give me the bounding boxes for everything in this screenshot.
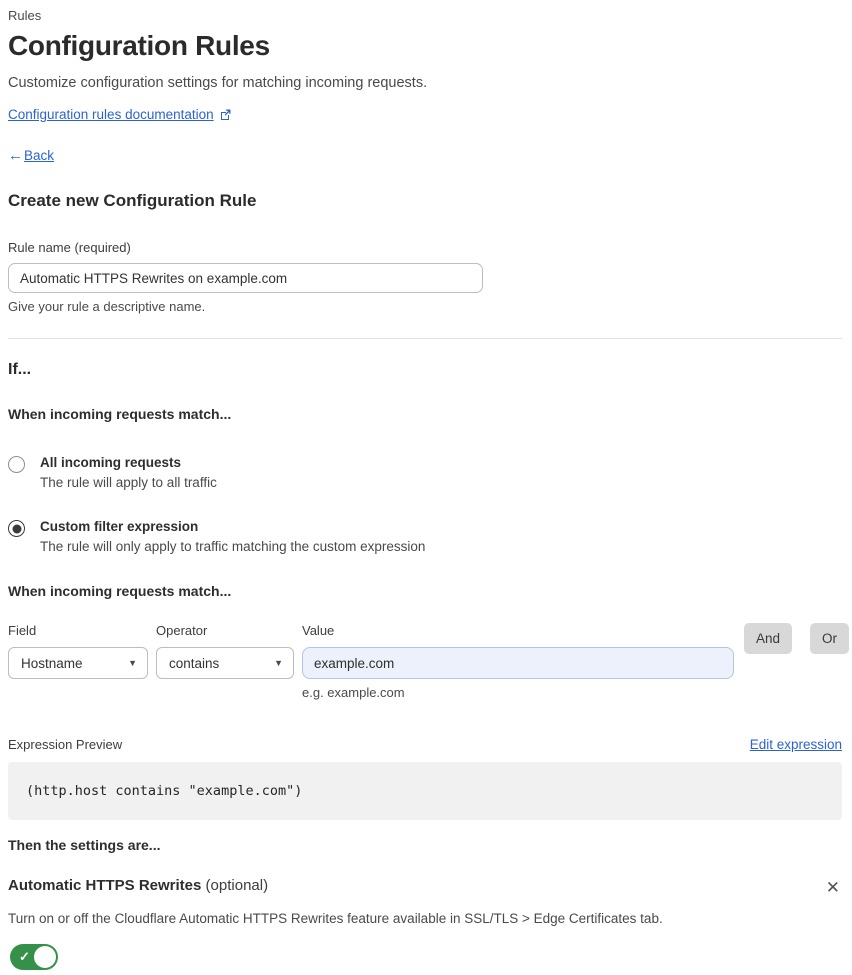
operator-label: Operator — [156, 623, 208, 638]
expression-preview-label: Expression Preview — [8, 737, 123, 752]
setting-title: Automatic HTTPS Rewrites (optional) — [8, 877, 268, 894]
external-link-icon — [219, 108, 232, 121]
rule-name-label: Rule name (required) — [8, 240, 131, 255]
automatic-https-rewrites-toggle[interactable]: ✓ — [10, 944, 58, 970]
chevron-down-icon: ▼ — [128, 658, 137, 668]
rule-name-helper: Give your rule a descriptive name. — [8, 299, 206, 314]
setting-description: Turn on or off the Cloudflare Automatic … — [8, 911, 663, 926]
back-label[interactable]: Back — [24, 148, 54, 163]
section-divider — [8, 338, 842, 339]
then-settings-heading: Then the settings are... — [8, 837, 161, 853]
value-label: Value — [302, 623, 335, 638]
chevron-down-icon: ▼ — [274, 658, 283, 668]
radio-description: The rule will apply to all traffic — [40, 475, 217, 490]
operator-select-value: contains — [169, 655, 220, 671]
close-icon[interactable]: ✕ — [824, 877, 842, 898]
value-input[interactable] — [302, 647, 734, 679]
field-label: Field — [8, 623, 37, 638]
expression-code: (http.host contains "example.com") — [26, 783, 303, 799]
edit-expression-link[interactable]: Edit expression — [750, 737, 842, 752]
back-arrow-icon: ← — [8, 147, 23, 164]
incoming-match-label: When incoming requests match... — [8, 406, 232, 422]
value-helper: e.g. example.com — [302, 685, 405, 700]
field-select[interactable]: Hostname ▼ — [8, 647, 148, 679]
page-title: Configuration Rules — [8, 30, 270, 61]
setting-optional-label: (optional) — [201, 877, 269, 894]
expression-builder: When incoming requests match... Field Ho… — [8, 583, 850, 700]
operator-select[interactable]: contains ▼ — [156, 647, 294, 679]
field-select-value: Hostname — [21, 655, 83, 671]
back-link[interactable]: ← Back — [8, 147, 842, 164]
breadcrumb: Rules — [8, 8, 42, 23]
or-button[interactable]: Or — [810, 623, 850, 654]
setting-automatic-https-rewrites: Automatic HTTPS Rewrites (optional) ✕ Tu… — [8, 877, 842, 975]
radio-label: Custom filter expression — [40, 519, 199, 534]
rule-name-input[interactable] — [8, 263, 483, 293]
toggle-knob — [34, 946, 56, 968]
documentation-link[interactable]: Configuration rules documentation — [8, 107, 214, 122]
if-heading: If... — [8, 361, 32, 378]
check-icon: ✓ — [19, 949, 30, 964]
configuration-rules-page: Rules Configuration Rules Customize conf… — [0, 0, 852, 975]
radio-description: The rule will only apply to traffic matc… — [40, 539, 426, 554]
radio-label: All incoming requests — [40, 455, 182, 470]
radio-button-icon[interactable] — [8, 520, 25, 537]
radio-button-icon[interactable] — [8, 456, 25, 473]
and-button[interactable]: And — [744, 623, 793, 654]
builder-heading: When incoming requests match... — [8, 583, 232, 599]
setting-title-bold: Automatic HTTPS Rewrites — [8, 877, 202, 894]
radio-all-incoming-requests[interactable]: All incoming requests The rule will appl… — [8, 455, 842, 490]
page-subtitle: Customize configuration settings for mat… — [8, 75, 428, 91]
match-type-radio-group: All incoming requests The rule will appl… — [8, 455, 842, 554]
expression-preview-box: (http.host contains "example.com") — [8, 762, 842, 820]
create-rule-heading: Create new Configuration Rule — [8, 191, 257, 210]
radio-custom-filter-expression[interactable]: Custom filter expression The rule will o… — [8, 519, 842, 554]
